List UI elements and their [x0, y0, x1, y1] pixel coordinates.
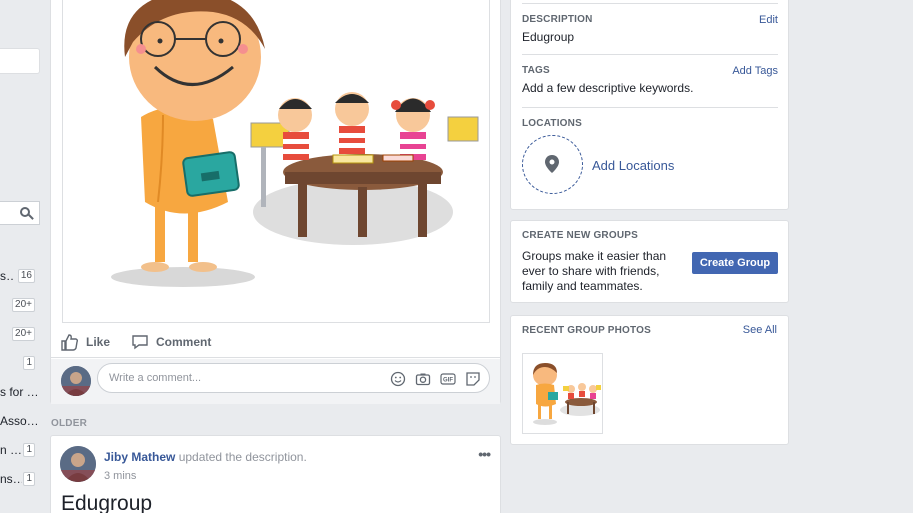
- sidebar-item[interactable]: 20+: [0, 327, 45, 341]
- sidebar-item[interactable]: s… 16: [0, 269, 45, 283]
- sidebar-item-count: 20+: [12, 327, 35, 341]
- sidebar-item[interactable]: s for …: [0, 385, 45, 399]
- description-value: Edugroup: [522, 30, 575, 44]
- photo-thumbnail[interactable]: [522, 353, 603, 434]
- more-options-icon[interactable]: •••: [478, 446, 491, 462]
- avatar[interactable]: [60, 446, 96, 482]
- location-pin-icon: [545, 155, 559, 173]
- sidebar-search-input[interactable]: [0, 201, 40, 225]
- sidebar-item[interactable]: 1: [0, 356, 45, 370]
- older-section-label: OLDER: [51, 418, 87, 429]
- about-card: DESCRIPTION Edit Edugroup TAGS Add Tags …: [510, 0, 789, 210]
- post-actions: Like Comment: [51, 326, 500, 358]
- add-locations-link[interactable]: Add Locations: [592, 158, 674, 173]
- sidebar-item-label: s for …: [0, 385, 39, 399]
- sticker-icon[interactable]: [465, 371, 481, 387]
- sidebar-item-label: n …: [0, 443, 22, 457]
- sidebar-item[interactable]: n … 1: [0, 443, 45, 457]
- camera-icon[interactable]: [415, 371, 431, 387]
- create-groups-text: Groups make it easier than ever to share…: [522, 249, 667, 293]
- search-icon: [20, 207, 30, 217]
- like-label: Like: [86, 335, 111, 349]
- sidebar-item[interactable]: ns… 1: [0, 472, 45, 486]
- sidebar-item-count: 16: [17, 269, 35, 283]
- sidebar-item-count: 1: [23, 443, 35, 457]
- tags-section: TAGS Add Tags Add a few descriptive keyw…: [522, 65, 778, 95]
- post-image[interactable]: [62, 0, 490, 323]
- author-name[interactable]: Jiby Mathew: [104, 450, 175, 464]
- divider: [522, 3, 778, 4]
- thumbs-up-icon: [61, 334, 79, 351]
- story-header: Jiby Mathew updated the description.: [104, 450, 307, 464]
- sidebar-item-label: ns…: [0, 472, 22, 486]
- locations-section: LOCATIONS: [522, 118, 778, 129]
- svg-text:GIF: GIF: [443, 378, 453, 384]
- sidebar-item-count: 20+: [12, 298, 35, 312]
- sidebar-item-count: 1: [23, 472, 35, 486]
- story-card: Jiby Mathew updated the description. 3 m…: [50, 435, 501, 513]
- recent-photos-label: RECENT GROUP PHOTOS: [522, 325, 652, 336]
- comment-label: Comment: [156, 335, 212, 349]
- sidebar-item[interactable]: 20+: [0, 298, 45, 312]
- description-section: DESCRIPTION Edit Edugroup: [522, 14, 778, 44]
- photo-thumbnail-image: [533, 363, 601, 425]
- see-all-link[interactable]: See All: [743, 324, 777, 336]
- story-title: Edugroup: [61, 492, 153, 513]
- left-sidebar: s… 16 20+ 20+ 1 s for … Asso… n … 1 ns… …: [0, 0, 45, 513]
- comment-composer: Write a comment... GIF: [51, 359, 500, 404]
- teacher-children-illustration: [111, 0, 479, 287]
- sidebar-box[interactable]: [0, 48, 40, 74]
- add-location-button[interactable]: [522, 135, 583, 194]
- avatar[interactable]: [61, 366, 91, 396]
- comment-icon: [132, 335, 148, 350]
- sidebar-item-label: Asso…: [0, 414, 39, 428]
- sidebar-item-label: s…: [0, 269, 14, 283]
- locations-label: LOCATIONS: [522, 118, 582, 129]
- comment-input[interactable]: Write a comment... GIF: [97, 363, 490, 393]
- create-groups-label: CREATE NEW GROUPS: [522, 230, 638, 241]
- story-action: updated the description.: [178, 450, 307, 464]
- create-group-button[interactable]: Create Group: [692, 252, 778, 274]
- add-tags-link[interactable]: Add Tags: [732, 65, 778, 77]
- description-label: DESCRIPTION: [522, 14, 593, 25]
- sidebar-item[interactable]: Asso…: [0, 414, 45, 428]
- create-groups-card: CREATE NEW GROUPS Groups make it easier …: [510, 220, 789, 303]
- emoji-icon[interactable]: [390, 371, 406, 387]
- like-button[interactable]: Like: [61, 331, 110, 353]
- edit-description-link[interactable]: Edit: [759, 14, 778, 26]
- timestamp[interactable]: 3 mins: [104, 470, 136, 482]
- comment-placeholder: Write a comment...: [109, 372, 202, 384]
- recent-photos-card: RECENT GROUP PHOTOS See All: [510, 315, 789, 445]
- comment-button[interactable]: Comment: [131, 331, 211, 353]
- tags-value: Add a few descriptive keywords.: [522, 81, 694, 95]
- sidebar-item-count: 1: [23, 356, 35, 370]
- divider: [522, 107, 778, 108]
- gif-icon[interactable]: GIF: [440, 371, 456, 387]
- post-card: Like Comment Write a comment... GIF: [50, 0, 501, 404]
- divider: [522, 54, 778, 55]
